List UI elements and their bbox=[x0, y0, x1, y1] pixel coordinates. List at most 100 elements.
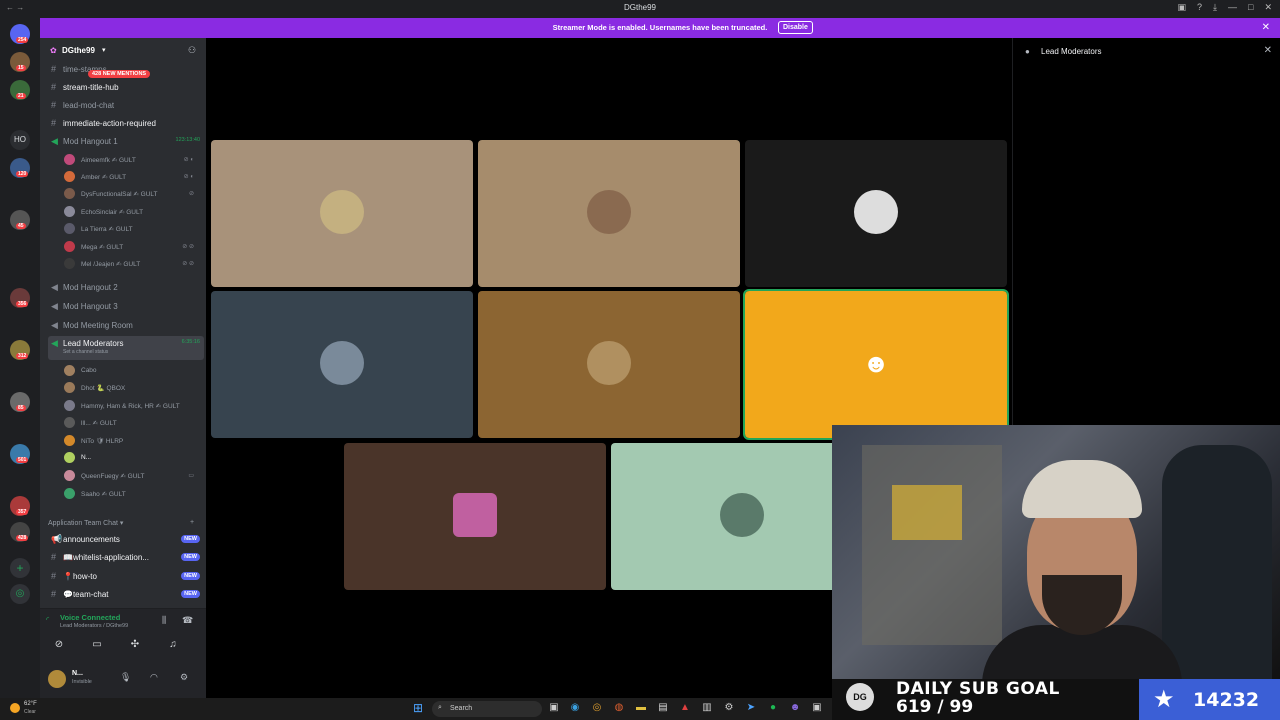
add-channel-icon[interactable]: + bbox=[190, 519, 194, 526]
settings-icon[interactable]: ⚙ bbox=[723, 702, 735, 714]
channel-how-to[interactable]: # 📍how-to NEW bbox=[48, 569, 204, 585]
voice-channel-lead-moderators[interactable]: ◀ Lead Moderators 6:35:16 Set a channel … bbox=[48, 336, 204, 360]
weather-temp[interactable]: 62°F bbox=[24, 701, 37, 707]
add-server-icon[interactable]: + bbox=[10, 558, 30, 578]
server-icon[interactable]: 85 bbox=[10, 392, 30, 412]
voice-member[interactable]: Mel /Jeajen ✍ GULT ⊘ ⊘ bbox=[62, 256, 202, 272]
new-mentions-badge[interactable]: 428 NEW MENTIONS bbox=[88, 70, 151, 78]
banner-close-icon[interactable]: ✕ bbox=[1262, 22, 1270, 33]
avatar bbox=[64, 258, 75, 269]
server-icon[interactable]: 428 bbox=[10, 522, 30, 542]
app-icon[interactable]: ▣ bbox=[811, 702, 823, 714]
headphones-icon[interactable]: ◠ bbox=[150, 672, 158, 683]
voice-member[interactable]: EchoSinclair ✍ GULT bbox=[62, 204, 202, 220]
server-icon[interactable]: 15 bbox=[10, 52, 30, 72]
server-icon-ho[interactable]: HO bbox=[10, 130, 30, 150]
folder-icon[interactable]: ▬ bbox=[635, 702, 647, 714]
minimize-button[interactable]: — bbox=[1228, 2, 1237, 13]
participant-tile[interactable] bbox=[478, 140, 740, 287]
close-panel-icon[interactable]: ✕ bbox=[1264, 45, 1272, 56]
participant-tile[interactable] bbox=[344, 443, 606, 590]
app-icon[interactable]: ▥ bbox=[701, 702, 713, 714]
voice-member[interactable]: Aimeemfk ✍ GULT ⊘ ◐ bbox=[62, 152, 202, 168]
voice-member[interactable]: Cabo bbox=[62, 363, 202, 379]
voice-member[interactable]: DysFunctionalSal ✍ GULT ⊘ bbox=[62, 186, 202, 202]
help-icon[interactable]: ? bbox=[1197, 2, 1202, 13]
category-application-team-chat[interactable]: Application Team Chat ▾ + bbox=[48, 519, 194, 527]
noise-suppression-icon[interactable]: ⫼ bbox=[162, 615, 166, 626]
close-button[interactable]: ✕ bbox=[1264, 2, 1272, 13]
guild-header[interactable]: ✿ DGthe99 ▾ ⚇ bbox=[40, 44, 206, 58]
activities-icon[interactable]: ✣ bbox=[118, 639, 152, 655]
camera-off-icon[interactable]: ⊘ bbox=[42, 639, 76, 655]
store-icon[interactable]: ▤ bbox=[657, 702, 669, 714]
firefox-icon[interactable]: ◍ bbox=[613, 702, 625, 714]
inbox-icon[interactable]: ▣ bbox=[1178, 2, 1187, 13]
participant-tile[interactable]: ☻ bbox=[743, 289, 1009, 440]
channel-lead-mod-chat[interactable]: # lead-mod-chat bbox=[48, 98, 204, 114]
voice-channel-mod-hangout-1[interactable]: ◀ Mod Hangout 1 123:13:40 bbox=[48, 134, 204, 150]
soundboard-icon[interactable]: ♫ bbox=[156, 639, 190, 655]
server-icon[interactable]: 501 bbox=[10, 444, 30, 464]
voice-channel-mod-hangout-3[interactable]: ◀ Mod Hangout 3 bbox=[48, 299, 204, 315]
voice-connected-status[interactable]: Voice Connected bbox=[60, 613, 120, 622]
participant-tile[interactable] bbox=[478, 291, 740, 438]
participant-avatar bbox=[453, 493, 497, 537]
chrome-icon[interactable]: ◎ bbox=[591, 702, 603, 714]
poster bbox=[892, 485, 962, 540]
screen-share-icon[interactable]: ▭ bbox=[80, 639, 114, 655]
channel-immediate-action-required[interactable]: # immediate-action-required bbox=[48, 116, 204, 132]
user-status: Invisible bbox=[72, 679, 92, 685]
voice-member[interactable]: La Tierra ✍ GULT bbox=[62, 221, 202, 237]
voice-member[interactable]: Amber ✍ GULT ⊘ ◐ bbox=[62, 169, 202, 185]
maximize-button[interactable]: □ bbox=[1248, 2, 1253, 13]
server-icon[interactable]: 45 bbox=[10, 210, 30, 230]
home-server-icon[interactable]: 254 bbox=[10, 24, 30, 44]
taskbar-search[interactable]: ⌕ Search bbox=[432, 701, 542, 717]
task-view-icon[interactable]: ▣ bbox=[548, 702, 560, 714]
gear-icon[interactable]: ⚙ bbox=[180, 672, 188, 683]
edge-icon[interactable]: ◉ bbox=[569, 702, 581, 714]
voice-member[interactable]: Dhot 🐍 QBOX bbox=[62, 380, 202, 396]
server-icon[interactable]: 356 bbox=[10, 288, 30, 308]
voice-member[interactable]: Mega ✍ GULT ⊘ ⊘ bbox=[62, 239, 202, 255]
discover-icon[interactable]: ◎ bbox=[10, 584, 30, 604]
voice-member[interactable]: Hammy, Ham & Rick, HR ✍ GULT bbox=[62, 398, 202, 414]
spotify-icon[interactable]: ● bbox=[767, 702, 779, 714]
voice-member[interactable]: QueenFuegy ✍ GULT ▭ bbox=[62, 468, 202, 484]
discord-icon[interactable]: ☻ bbox=[789, 702, 801, 714]
windows-start-icon[interactable]: ⊞ bbox=[413, 702, 425, 714]
channel-whitelist-application[interactable]: # 📖whitelist-application... NEW bbox=[48, 550, 204, 566]
server-icon[interactable]: 357 bbox=[10, 496, 30, 516]
user-avatar[interactable] bbox=[48, 670, 66, 688]
channel-team-chat[interactable]: # 💬team-chat NEW bbox=[48, 587, 204, 603]
star-icon: ★ bbox=[1153, 686, 1175, 713]
voice-channel-mod-hangout-2[interactable]: ◀ Mod Hangout 2 bbox=[48, 280, 204, 296]
voice-member[interactable]: N... bbox=[62, 450, 202, 466]
chevron-down-icon: ▾ bbox=[102, 47, 106, 54]
channel-status[interactable]: Set a channel status bbox=[63, 349, 108, 355]
participant-tile[interactable] bbox=[211, 291, 473, 438]
app-icon[interactable]: ➤ bbox=[745, 702, 757, 714]
server-icon[interactable]: 312 bbox=[10, 340, 30, 360]
voice-member[interactable]: NiTo 🛡 HLRP bbox=[62, 433, 202, 449]
deafened-icon: ⊘ ⊘ bbox=[182, 261, 194, 267]
app-icon[interactable]: ▲ bbox=[679, 702, 691, 714]
add-member-icon[interactable]: ⚇ bbox=[188, 45, 196, 56]
channel-announcements[interactable]: 📢 announcements NEW bbox=[48, 532, 204, 548]
speaker-icon: ◀ bbox=[51, 301, 58, 311]
server-icon[interactable]: 120 bbox=[10, 158, 30, 178]
participant-tile[interactable] bbox=[211, 140, 473, 287]
window-titlebar: ← → DGthe99 ▣ ? ⤓ — □ ✕ bbox=[0, 0, 1280, 18]
voice-member[interactable]: Saaho ✍ GULT bbox=[62, 486, 202, 502]
participant-tile[interactable] bbox=[745, 140, 1007, 287]
server-icon[interactable]: 21 bbox=[10, 80, 30, 100]
member-name: Mel /Jeajen ✍ GULT bbox=[81, 261, 141, 268]
disconnect-icon[interactable]: ☎ bbox=[182, 615, 193, 626]
channel-stream-title-hub[interactable]: # stream-title-hub bbox=[48, 80, 204, 96]
download-icon[interactable]: ⤓ bbox=[1213, 2, 1217, 13]
mic-icon[interactable]: 🎙 bbox=[120, 672, 131, 683]
voice-channel-mod-meeting-room[interactable]: ◀ Mod Meeting Room bbox=[48, 318, 204, 334]
voice-member[interactable]: lll... ✍ GULT bbox=[62, 415, 202, 431]
disable-button[interactable]: Disable bbox=[778, 21, 813, 34]
